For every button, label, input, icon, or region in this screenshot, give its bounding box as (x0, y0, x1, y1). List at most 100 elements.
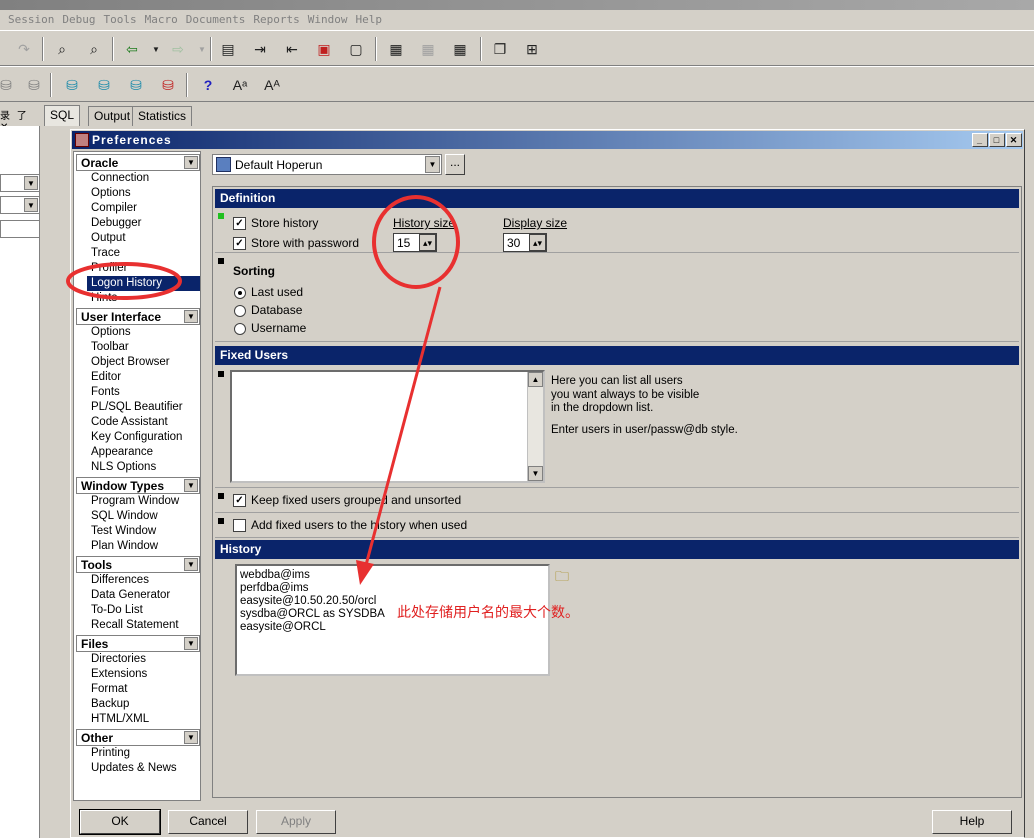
describe-icon[interactable]: ▤ (218, 39, 238, 59)
menu-documents[interactable]: Documents (182, 10, 250, 26)
category-item[interactable]: Connection (87, 171, 153, 186)
dock-dropdown-2[interactable]: ▼ (0, 196, 40, 214)
category-item[interactable]: Profiler (87, 261, 131, 276)
category-item[interactable]: Editor (87, 370, 125, 385)
history-size-spinner[interactable]: 15 ▴▾ (393, 233, 437, 252)
forward-icon[interactable]: ⇨ (168, 39, 188, 59)
store-history-checkbox[interactable]: ✓ (233, 217, 246, 230)
window-prev-icon[interactable]: ▦ (418, 39, 438, 59)
menu-window[interactable]: Window (304, 10, 352, 26)
back-icon[interactable]: ⇦ (122, 39, 142, 59)
category-header-user-interface[interactable]: User Interface ▼ (76, 308, 200, 325)
help-button[interactable]: Help (932, 810, 1012, 834)
category-item[interactable]: Format (87, 682, 131, 697)
menu-tools[interactable]: Tools (99, 10, 140, 26)
category-header-other[interactable]: Other ▼ (76, 729, 200, 746)
ok-button[interactable]: OK (79, 809, 161, 835)
cancel-button[interactable]: Cancel (168, 810, 248, 834)
category-item[interactable]: Toolbar (87, 340, 133, 355)
category-item[interactable]: NLS Options (87, 460, 160, 475)
history-entry[interactable]: webdba@ims (240, 569, 545, 582)
font-increase-icon[interactable]: Aᴬ (262, 75, 282, 95)
help-icon[interactable]: ? (198, 75, 218, 95)
category-item[interactable]: Object Browser (87, 355, 174, 370)
indent-icon[interactable]: ⇥ (250, 39, 270, 59)
dock-filter[interactable] (0, 220, 40, 238)
find-next-icon[interactable]: ⌕ (84, 39, 104, 59)
sort-last-used-radio[interactable] (234, 287, 246, 299)
category-header-oracle[interactable]: Oracle ▼ (76, 154, 200, 171)
category-item[interactable]: Key Configuration (87, 430, 186, 445)
logon-icon[interactable]: ⛁ (62, 75, 82, 95)
logoff-icon[interactable]: ⛁ (158, 75, 178, 95)
add-to-history-checkbox[interactable] (233, 519, 246, 532)
category-item[interactable]: Plan Window (87, 539, 162, 554)
tab-output[interactable]: Output (88, 106, 137, 126)
category-item[interactable]: PL/SQL Beautifier (87, 400, 187, 415)
category-item[interactable]: Differences (87, 573, 153, 588)
forward-dropdown-icon[interactable]: ▼ (192, 39, 212, 59)
db-icon[interactable]: ⛁ (0, 75, 16, 95)
category-item[interactable]: SQL Window (87, 509, 162, 524)
category-item[interactable]: Hints (87, 291, 121, 306)
category-item[interactable]: Compiler (87, 201, 141, 216)
close-button[interactable]: ✕ (1006, 133, 1022, 147)
menu-help[interactable]: Help (351, 10, 386, 26)
category-item[interactable]: Code Assistant (87, 415, 172, 430)
category-item[interactable]: Directories (87, 652, 150, 667)
spinner-arrows-icon[interactable]: ▴▾ (529, 234, 546, 251)
category-item[interactable]: Options (87, 186, 135, 201)
category-item[interactable]: To-Do List (87, 603, 147, 618)
category-header-files[interactable]: Files ▼ (76, 635, 200, 652)
category-item[interactable]: Debugger (87, 216, 146, 231)
menu-reports[interactable]: Reports (249, 10, 303, 26)
redo-icon[interactable]: ↷ (14, 39, 34, 59)
category-header-window-types[interactable]: Window Types ▼ (76, 477, 200, 494)
category-item[interactable]: Output (87, 231, 130, 246)
menu-debug[interactable]: Debug (58, 10, 99, 26)
sort-username-radio[interactable] (234, 323, 246, 335)
category-item[interactable]: Test Window (87, 524, 160, 539)
category-header-tools[interactable]: Tools ▼ (76, 556, 200, 573)
dialog-title-bar[interactable]: Preferences _ □ ✕ (72, 131, 1023, 149)
fixed-users-textarea[interactable]: ▲ ▼ (230, 370, 545, 483)
window-next-icon[interactable]: ▦ (450, 39, 470, 59)
refresh-db-icon[interactable]: ⛁ (126, 75, 146, 95)
find-icon[interactable]: ⌕ (52, 39, 72, 59)
cascade-icon[interactable]: ❐ (490, 39, 510, 59)
category-item[interactable]: Fonts (87, 385, 124, 400)
category-item-logon-history[interactable]: Logon History (87, 276, 200, 291)
tile-icon[interactable]: ⊞ (522, 39, 542, 59)
maximize-button[interactable]: □ (989, 133, 1005, 147)
scroll-up-icon[interactable]: ▲ (528, 372, 543, 387)
window-list-icon[interactable]: ▦ (386, 39, 406, 59)
store-with-password-checkbox[interactable]: ✓ (233, 237, 246, 250)
apply-button[interactable]: Apply (256, 810, 336, 834)
tab-sql[interactable]: SQL (44, 105, 81, 126)
dock-controls[interactable]: 录 了 ✕ (0, 107, 42, 133)
tab-statistics[interactable]: Statistics (132, 106, 193, 126)
fixed-users-scrollbar[interactable]: ▲ ▼ (527, 372, 543, 481)
keep-grouped-checkbox[interactable]: ✓ (233, 494, 246, 507)
preset-select[interactable]: Default Hoperun ▼ (212, 154, 442, 175)
category-item[interactable]: Printing (87, 746, 134, 761)
unindent-icon[interactable]: ⇤ (282, 39, 302, 59)
comment-icon[interactable]: ▣ (314, 39, 334, 59)
history-entry[interactable]: perfdba@ims (240, 582, 545, 595)
clear-history-icon[interactable]: 🗀 (555, 566, 569, 590)
category-item[interactable]: Backup (87, 697, 133, 712)
sql-db-icon[interactable]: ⛁ (94, 75, 114, 95)
font-decrease-icon[interactable]: Aᵃ (230, 75, 250, 95)
category-item[interactable]: Options (87, 325, 135, 340)
object-browser-pane[interactable]: ▼ ▼ (0, 126, 40, 838)
category-item[interactable]: Trace (87, 246, 124, 261)
dock-dropdown-1[interactable]: ▼ (0, 174, 40, 192)
menu-session[interactable]: Session (0, 10, 58, 26)
category-item[interactable]: HTML/XML (87, 712, 153, 727)
history-entry[interactable]: easysite@ORCL (240, 621, 545, 634)
scroll-down-icon[interactable]: ▼ (528, 466, 543, 481)
category-item[interactable]: Program Window (87, 494, 183, 509)
category-item[interactable]: Extensions (87, 667, 151, 682)
category-item[interactable]: Data Generator (87, 588, 174, 603)
spinner-arrows-icon[interactable]: ▴▾ (419, 234, 436, 251)
